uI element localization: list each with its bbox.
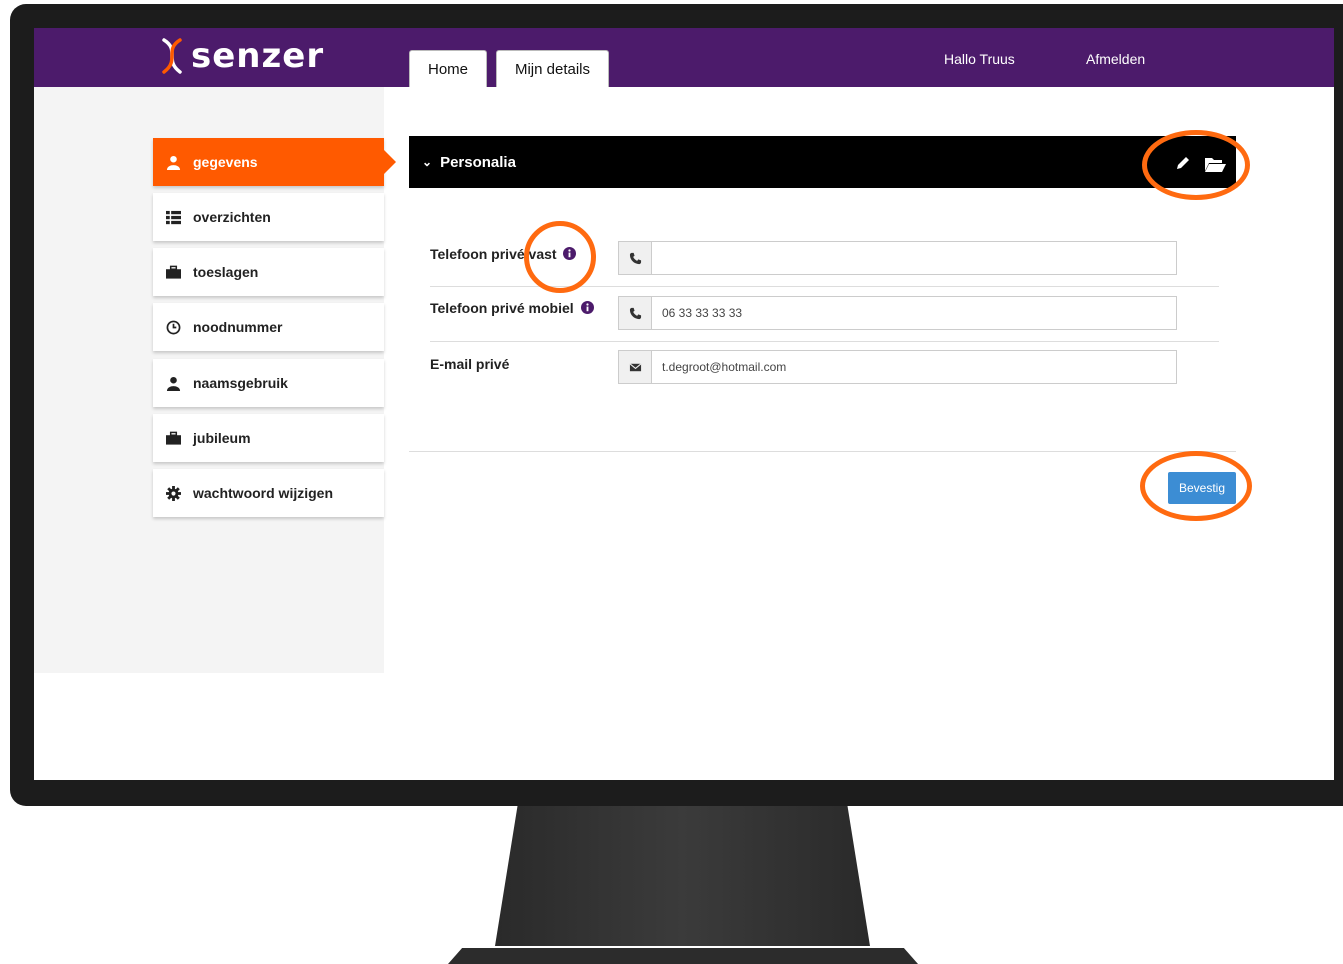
sidebar-item-label: toeslagen [193, 264, 259, 280]
clock-icon [166, 320, 181, 335]
info-icon[interactable] [563, 247, 577, 260]
phone-icon [619, 297, 652, 329]
gear-icon [166, 485, 181, 501]
telefoon-vast-input[interactable] [652, 242, 1176, 274]
info-icon[interactable] [580, 301, 594, 314]
field-label-telefoon-mobiel: Telefoon privé mobiel [430, 300, 594, 316]
sidebar-item-label: naamsgebruik [193, 375, 288, 391]
chevron-down-icon: ⌄ [422, 155, 433, 169]
screen: senzer Home Mijn details Hallo Truus Afm… [34, 28, 1334, 780]
tab-mijn-details[interactable]: Mijn details [496, 50, 609, 87]
sidebar-item-noodnummer[interactable]: noodnummer [153, 303, 384, 351]
monitor-stand [495, 806, 870, 946]
envelope-icon [619, 351, 652, 383]
field-label-text: Telefoon privé mobiel [430, 300, 574, 316]
telefoon-vast-field[interactable] [618, 241, 1177, 275]
briefcase-icon [166, 431, 181, 446]
tab-home[interactable]: Home [409, 50, 487, 87]
phone-icon [619, 242, 652, 274]
user-icon [166, 155, 181, 170]
user-icon [166, 376, 181, 391]
briefcase-icon [166, 265, 181, 280]
field-label-text: E-mail privé [430, 356, 510, 372]
sidebar-item-overzichten[interactable]: overzichten [153, 193, 384, 241]
row-divider [430, 341, 1219, 342]
user-greeting[interactable]: Hallo Truus [944, 51, 1015, 67]
sidebar-item-naamsgebruik[interactable]: naamsgebruik [153, 359, 384, 407]
folder-open-icon[interactable] [1204, 155, 1226, 173]
sidebar-item-label: noodnummer [193, 319, 283, 335]
row-divider [430, 286, 1219, 287]
sidebar-item-wachtwoord-wijzigen[interactable]: wachtwoord wijzigen [153, 469, 384, 517]
telefoon-mobiel-input[interactable] [652, 297, 1176, 329]
bevestig-button[interactable]: Bevestig [1168, 472, 1236, 504]
logout-link[interactable]: Afmelden [1086, 51, 1145, 67]
pencil-icon[interactable] [1174, 154, 1192, 172]
sidebar-item-label: wachtwoord wijzigen [193, 485, 334, 501]
sidebar-item-jubileum[interactable]: jubileum [153, 414, 384, 462]
dna-icon [162, 38, 182, 74]
panel-title: Personalia [440, 153, 516, 171]
senzer-logo[interactable]: senzer [159, 34, 324, 78]
field-label-text: Telefoon privé vast [430, 246, 557, 262]
sidebar-item-label: jubileum [193, 430, 251, 446]
panel-divider [409, 451, 1236, 452]
sidebar-item-toeslagen[interactable]: toeslagen [153, 248, 384, 296]
personalia-panel-header[interactable]: ⌄ Personalia [409, 136, 1236, 188]
email-input[interactable] [652, 351, 1176, 383]
field-label-email: E-mail privé [430, 356, 509, 372]
logo-text: senzer [191, 36, 325, 76]
sidebar-item-label: overzichten [193, 209, 271, 225]
list-icon [166, 210, 181, 225]
sidebar-item-label: gegevens [193, 154, 258, 170]
field-label-telefoon-vast: Telefoon privé vast [430, 246, 577, 262]
top-navigation-bar: senzer Home Mijn details Hallo Truus Afm… [34, 28, 1334, 87]
email-field[interactable] [618, 350, 1177, 384]
telefoon-mobiel-field[interactable] [618, 296, 1177, 330]
sidebar-item-gegevens[interactable]: gegevens [153, 138, 396, 186]
monitor-stand-base [448, 948, 918, 964]
